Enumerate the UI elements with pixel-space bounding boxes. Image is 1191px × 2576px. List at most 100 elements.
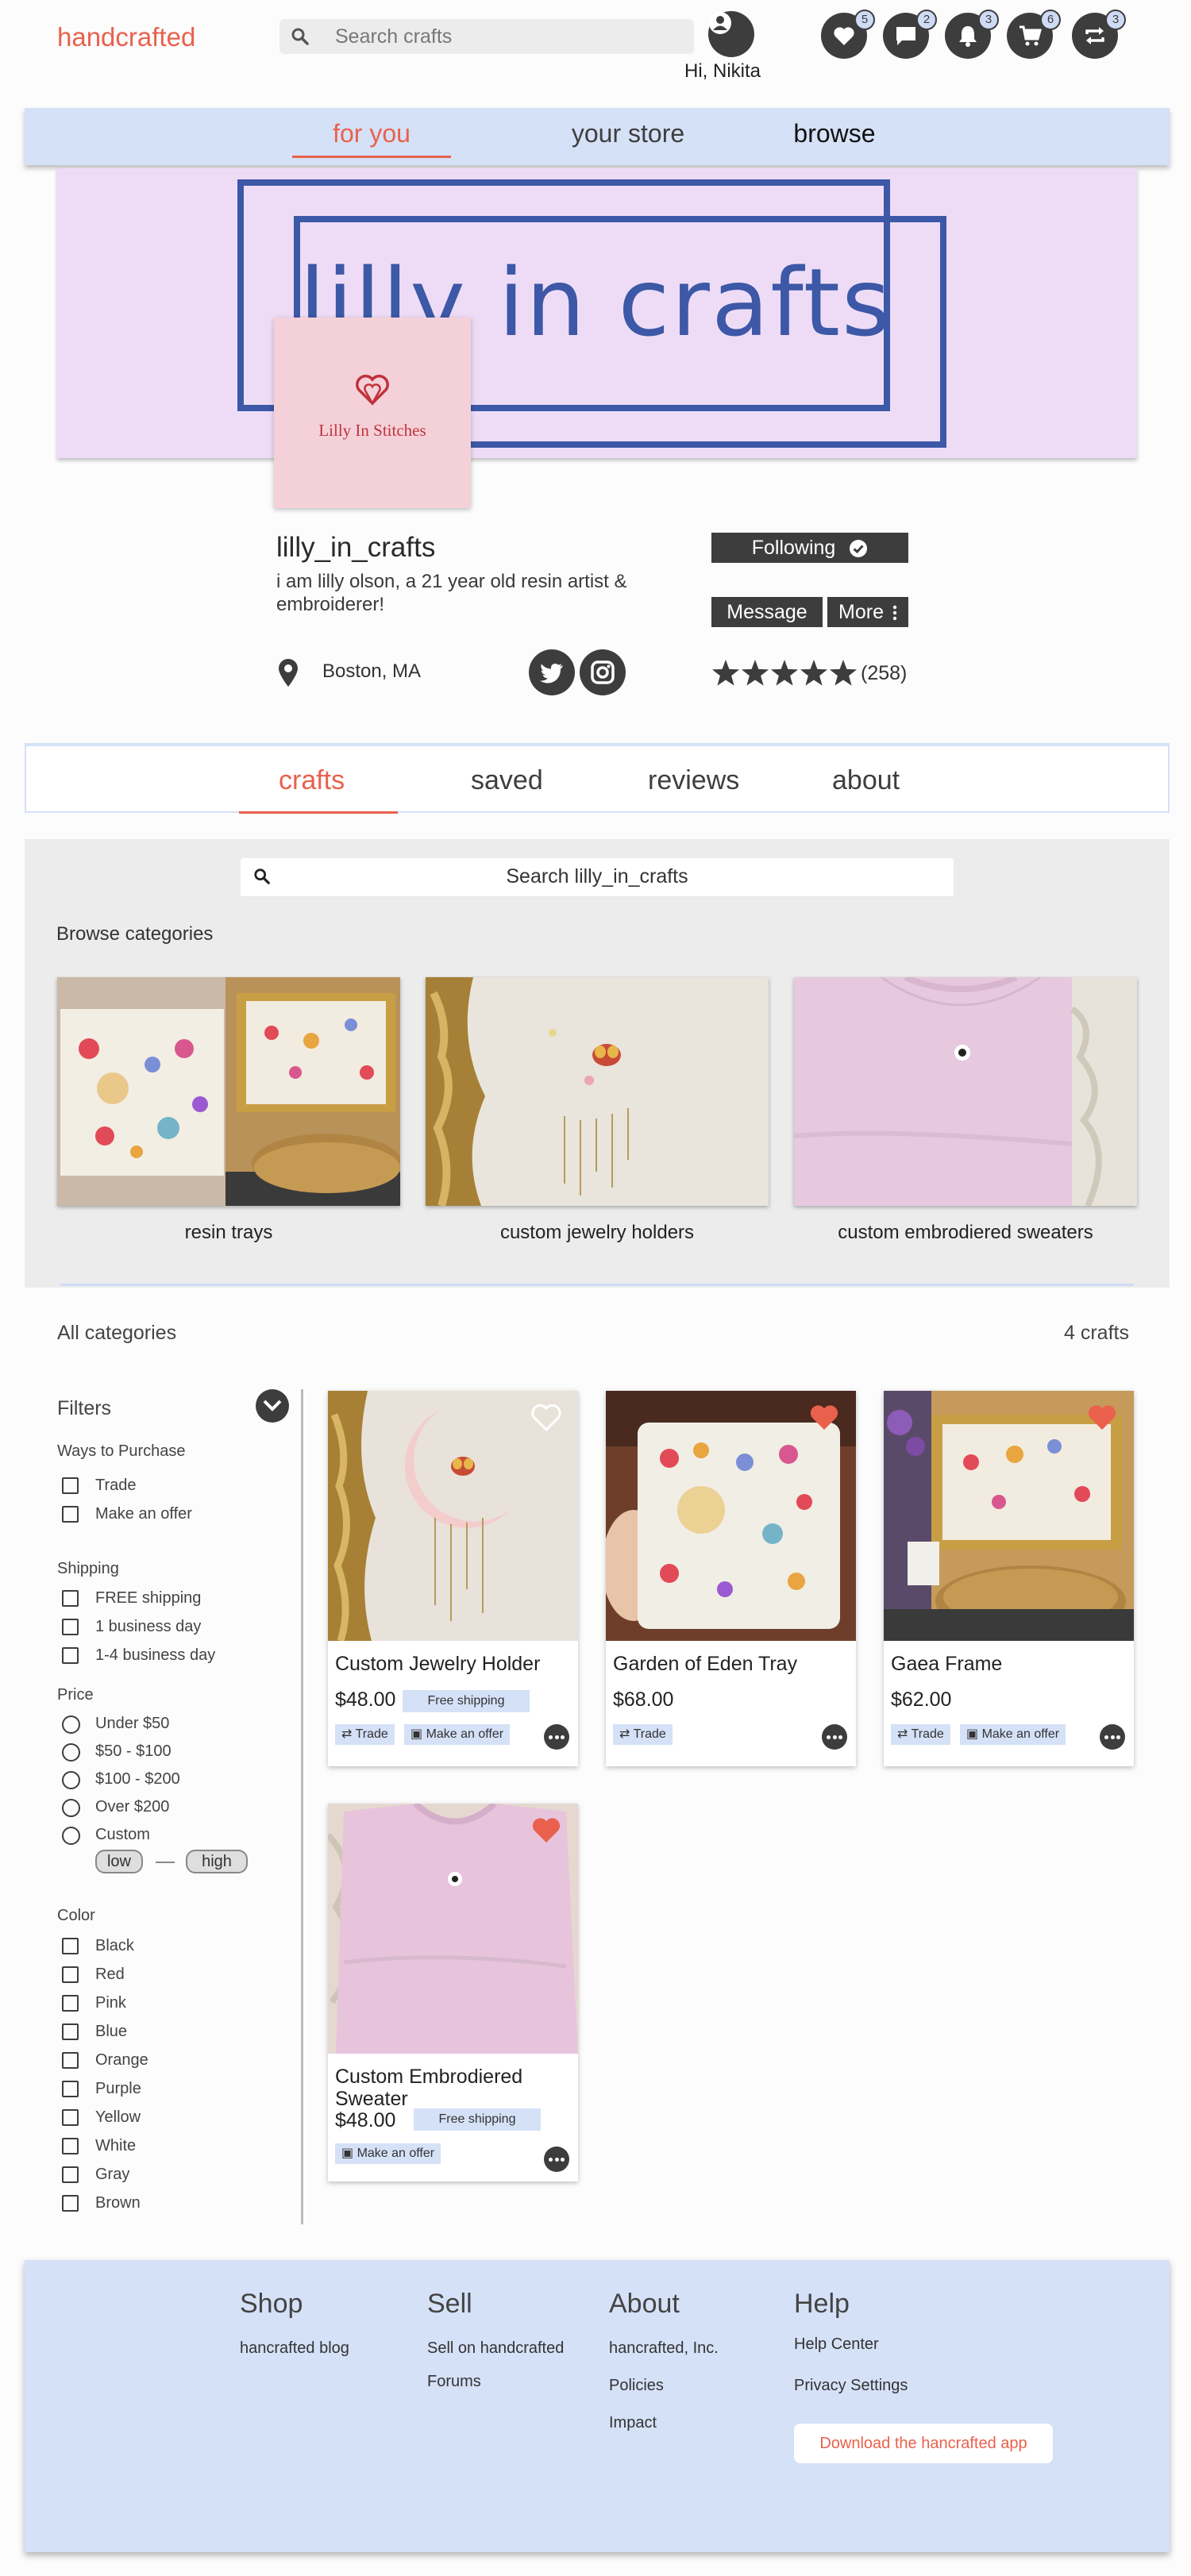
twitter-link[interactable]: [529, 649, 575, 695]
tab-about[interactable]: about: [832, 765, 900, 796]
filter-option-1-day[interactable]: 1 business day: [62, 1618, 201, 1636]
greeting: Hi, Nikita: [684, 60, 761, 82]
location-pin-icon: [276, 657, 300, 687]
category-label[interactable]: custom embrodiered sweaters: [794, 1222, 1137, 1244]
filter-option-color-blue[interactable]: Blue: [62, 2023, 127, 2041]
price-low-input[interactable]: low: [95, 1850, 143, 1873]
cart-button[interactable]: 6: [1007, 10, 1061, 59]
product-more-button[interactable]: [544, 2147, 569, 2172]
nav-for-you[interactable]: for you: [292, 119, 451, 148]
account-button[interactable]: [708, 11, 754, 57]
star-icon: [741, 660, 769, 686]
cash-icon: ▣: [966, 1727, 982, 1741]
price-high-input[interactable]: high: [186, 1850, 248, 1873]
filter-option-100-200[interactable]: $100 - $200: [62, 1770, 180, 1789]
all-categories-heading: All categories: [57, 1322, 177, 1344]
heart-filled-icon[interactable]: [530, 1816, 562, 1845]
swap-icon: ⇄: [341, 1727, 356, 1741]
product-title[interactable]: Gaea Frame: [891, 1653, 1002, 1675]
following-button[interactable]: Following: [711, 533, 908, 563]
footer-link[interactable]: Forums: [427, 2373, 481, 2391]
category-card-embroidered-sweaters[interactable]: [794, 977, 1137, 1206]
search-bar[interactable]: [279, 19, 694, 54]
filter-option-color-purple[interactable]: Purple: [62, 2080, 141, 2098]
filter-option-color-black[interactable]: Black: [62, 1937, 134, 1955]
trades-button[interactable]: 3: [1072, 10, 1126, 59]
footer-link[interactable]: Sell on handcrafted: [427, 2339, 564, 2358]
notifications-button[interactable]: 3: [945, 10, 999, 59]
notifications-badge: 3: [978, 10, 999, 30]
footer-sell-heading: Sell: [427, 2289, 472, 2319]
filter-option-free-shipping[interactable]: FREE shipping: [62, 1589, 201, 1608]
site-logo[interactable]: handcrafted: [57, 22, 195, 52]
product-card[interactable]: Custom Embrodiered Sweater $48.00 Free s…: [328, 1804, 578, 2181]
category-card-resin-trays[interactable]: [57, 977, 400, 1206]
filter-option-color-red[interactable]: Red: [62, 1966, 125, 1984]
heart-filled-icon[interactable]: [1086, 1404, 1118, 1432]
product-more-button[interactable]: [822, 1724, 847, 1750]
store-search-bar[interactable]: Search lilly_in_crafts: [241, 858, 954, 896]
rating-count[interactable]: (258): [861, 662, 907, 685]
messages-button[interactable]: 2: [883, 10, 937, 59]
instagram-link[interactable]: [580, 649, 626, 695]
heart-outline-icon[interactable]: [530, 1404, 562, 1432]
filter-option-under-50[interactable]: Under $50: [62, 1715, 169, 1734]
nav-browse[interactable]: browse: [755, 119, 914, 148]
footer-link[interactable]: hancrafted blog: [240, 2339, 349, 2358]
filter-option-over-200[interactable]: Over $200: [62, 1798, 169, 1817]
footer-link[interactable]: Policies: [609, 2377, 664, 2395]
message-button[interactable]: Message: [711, 597, 823, 627]
footer-link[interactable]: hancrafted, Inc.: [609, 2339, 719, 2358]
check-circle-icon: [849, 539, 868, 558]
jewelry-holder-photo: [426, 977, 769, 1206]
trade-tag: ⇄ Trade: [335, 1724, 395, 1745]
product-title[interactable]: Garden of Eden Tray: [613, 1653, 797, 1675]
filter-option-trade[interactable]: Trade: [62, 1477, 137, 1495]
favorites-button[interactable]: 5: [821, 10, 875, 59]
search-input[interactable]: [335, 25, 669, 48]
product-card[interactable]: Garden of Eden Tray $68.00 ⇄ Trade: [606, 1391, 856, 1766]
following-label: Following: [751, 537, 836, 559]
product-card[interactable]: Custom Jewelry Holder $48.00 Free shippi…: [328, 1391, 578, 1766]
more-button[interactable]: More: [827, 597, 908, 627]
heart-filled-icon[interactable]: [808, 1404, 840, 1432]
filter-option-custom[interactable]: Custom: [62, 1826, 150, 1845]
product-title[interactable]: Custom Embrodiered Sweater: [335, 2066, 565, 2110]
make-offer-tag: ▣ Make an offer: [960, 1724, 1066, 1745]
nav-your-store[interactable]: your store: [533, 119, 723, 148]
filter-option-color-brown[interactable]: Brown: [62, 2194, 141, 2212]
filter-group-price: Price: [57, 1686, 94, 1704]
filter-option-color-orange[interactable]: Orange: [62, 2051, 148, 2070]
cash-icon: ▣: [341, 2147, 357, 2160]
product-title[interactable]: Custom Jewelry Holder: [335, 1653, 540, 1675]
category-card-jewelry-holders[interactable]: [426, 977, 769, 1206]
star-icon: [711, 660, 740, 686]
filter-option-color-yellow[interactable]: Yellow: [62, 2108, 141, 2127]
download-app-button[interactable]: Download the hancrafted app: [794, 2424, 1053, 2463]
free-shipping-badge: Free shipping: [414, 2108, 541, 2131]
star-icon: [829, 660, 858, 686]
product-more-button[interactable]: [1100, 1724, 1125, 1750]
filter-option-color-gray[interactable]: Gray: [62, 2166, 129, 2184]
store-logo-text: Lilly In Stitches: [318, 421, 426, 440]
category-label[interactable]: custom jewelry holders: [426, 1222, 769, 1244]
site-footer: Shop hancrafted blog Sell Sell on handcr…: [25, 2260, 1170, 2552]
tab-reviews[interactable]: reviews: [648, 765, 739, 796]
filter-option-color-white[interactable]: White: [62, 2137, 136, 2155]
messages-badge: 2: [916, 10, 937, 30]
tab-saved[interactable]: saved: [471, 765, 543, 796]
filter-option-color-pink[interactable]: Pink: [62, 1994, 126, 2012]
footer-link[interactable]: Impact: [609, 2414, 657, 2432]
footer-link[interactable]: Help Center: [794, 2335, 879, 2354]
product-card[interactable]: Gaea Frame $62.00 ⇄ Trade ▣ Make an offe…: [884, 1391, 1134, 1766]
category-label[interactable]: resin trays: [57, 1222, 400, 1244]
filter-option-1-4-days[interactable]: 1-4 business day: [62, 1646, 215, 1665]
footer-link[interactable]: Privacy Settings: [794, 2377, 908, 2395]
filter-option-50-100[interactable]: $50 - $100: [62, 1742, 172, 1762]
filters-toggle[interactable]: [256, 1389, 289, 1423]
tab-crafts[interactable]: crafts: [279, 765, 345, 796]
product-more-button[interactable]: [544, 1724, 569, 1750]
store-banner: lilly in crafts: [57, 168, 1137, 458]
divider: [60, 1284, 1134, 1286]
filter-option-make-offer[interactable]: Make an offer: [62, 1505, 192, 1523]
